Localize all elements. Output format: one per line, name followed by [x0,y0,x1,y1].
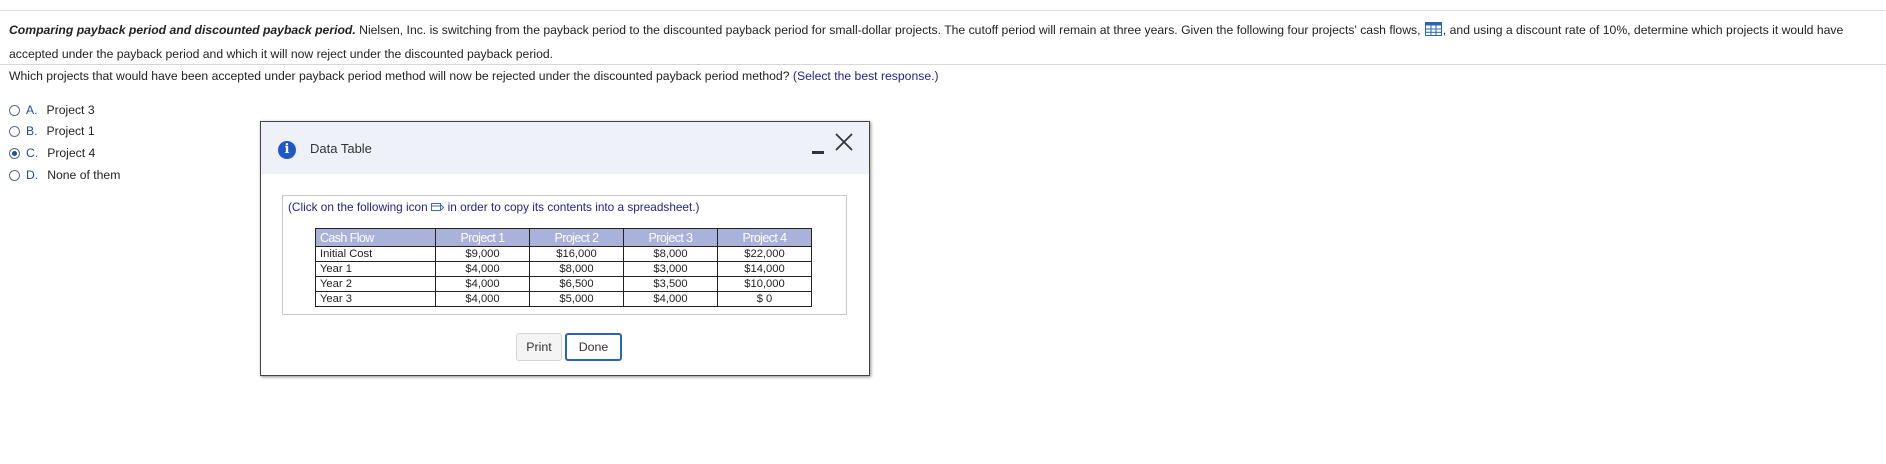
option-letter: A. [26,103,38,117]
copy-note-after: in order to copy its contents into a spr… [447,200,700,214]
row-label: Year 2 [315,276,436,292]
table-cell: $6,500 [529,276,624,292]
table-row: Initial Cost $9,000 $16,000 $8,000 $22,0… [315,246,812,262]
option-a[interactable]: A. Project 3 [9,101,95,119]
table-header-row: Cash Flow Project 1 Project 2 Project 3 … [315,228,812,247]
option-letter: D. [26,168,39,182]
done-button[interactable]: Done [565,333,622,361]
question-body: Which projects that would have been acce… [9,69,790,83]
table-cell: $22,000 [717,246,812,262]
table-cell: $4,000 [435,276,530,292]
table-cell: $4,000 [435,291,530,307]
table-cell: $10,000 [717,276,812,292]
table-row: Year 3 $4,000 $5,000 $4,000 $ 0 [315,291,812,307]
column-header: Project 2 [529,228,624,247]
option-c[interactable]: C. Project 4 [9,144,95,162]
question-text: Which projects that would have been acce… [9,68,939,84]
data-table-container: (Click on the following icon in order to … [282,195,847,315]
dialog-title: Data Table [310,141,372,156]
radio-a[interactable] [9,104,20,116]
row-label: Year 1 [315,261,436,277]
option-label: Project 1 [46,124,95,138]
table-cell: $14,000 [717,261,812,277]
table-cell: $4,000 [623,291,718,307]
option-label: Project 3 [46,103,95,117]
option-b[interactable]: B. Project 1 [9,122,95,140]
problem-lead: Comparing payback period and discounted … [9,23,356,37]
table-cell: $16,000 [529,246,624,262]
table-cell: $5,000 [529,291,624,307]
table-cell: $ 0 [717,291,812,307]
print-button[interactable]: Print [516,333,562,361]
option-label: Project 4 [47,146,96,160]
radio-c-selected[interactable] [9,147,20,159]
table-cell: $3,500 [623,276,718,292]
option-letter: C. [26,146,39,160]
column-header: Project 4 [717,228,812,247]
copy-note-before: (Click on the following icon [288,200,428,214]
top-divider [0,10,1886,11]
option-label: None of them [47,168,121,182]
data-table-dialog: i Data Table (Click on the following ico… [260,121,870,376]
option-letter: B. [26,124,38,138]
table-grid-icon[interactable] [1424,20,1442,36]
table-cell: $4,000 [435,261,530,277]
info-icon: i [278,141,296,159]
section-divider [0,64,1886,65]
table-cell: $9,000 [435,246,530,262]
copy-instructions: (Click on the following icon in order to … [288,200,699,214]
problem-statement: Comparing payback period and discounted … [9,18,1879,66]
dialog-header: i Data Table [261,122,869,174]
table-cell: $3,000 [623,261,718,277]
row-label: Initial Cost [315,246,436,262]
radio-d[interactable] [9,169,20,181]
cash-flow-table: Cash Flow Project 1 Project 2 Project 3 … [315,228,812,307]
copy-spreadsheet-icon[interactable] [430,201,444,211]
row-label: Year 3 [315,291,436,307]
column-header: Project 3 [623,228,718,247]
option-d[interactable]: D. None of them [9,166,120,184]
table-row: Year 2 $4,000 $6,500 $3,500 $10,000 [315,276,812,292]
question-hint: (Select the best response.) [792,69,939,83]
table-cell: $8,000 [623,246,718,262]
close-icon[interactable] [834,132,854,152]
minimize-icon[interactable] [812,146,824,158]
table-cell: $8,000 [529,261,624,277]
problem-text-1: Nielsen, Inc. is switching from the payb… [355,23,1424,37]
column-header: Project 1 [435,228,530,247]
column-header: Cash Flow [315,228,436,247]
radio-b[interactable] [9,125,20,137]
table-row: Year 1 $4,000 $8,000 $3,000 $14,000 [315,261,812,277]
